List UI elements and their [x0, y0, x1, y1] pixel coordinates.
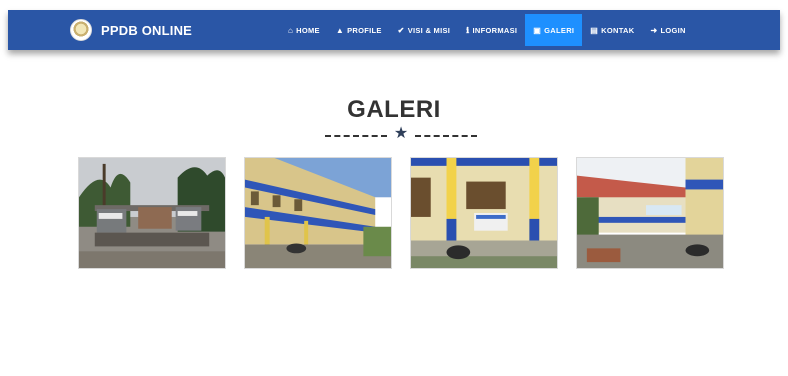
gallery-image-courtyard[interactable] [576, 157, 724, 269]
nav-item-label: GALERI [544, 25, 575, 35]
nav-item-label: PROFILE [347, 25, 382, 35]
brand-name: PPDB ONLINE [101, 22, 193, 38]
school-emblem-icon [70, 19, 92, 41]
nav-item-label: LOGIN [660, 25, 686, 35]
nav-item-informasi[interactable]: ℹ INFORMASI [458, 14, 525, 46]
gallery-image-classroom[interactable] [410, 157, 558, 269]
user-icon: ▲ [335, 25, 345, 35]
divider-line-left [325, 135, 387, 137]
divider-line-right [415, 135, 477, 137]
brand[interactable]: PPDB ONLINE [70, 18, 192, 42]
nav-item-home[interactable]: ⌂ HOME [280, 14, 328, 46]
nav-item-label: KONTAK [601, 25, 635, 35]
nav-item-kontak[interactable]: ▤ KONTAK [582, 14, 642, 46]
title-divider: ★ [325, 125, 477, 142]
sign-in-icon: ➜ [650, 25, 658, 35]
nav-item-visi-misi[interactable]: ✔ VISI & MISI [390, 14, 459, 46]
nav-menu: ⌂ HOME ▲ PROFILE ✔ VISI & MISI ℹ INFORMA… [280, 14, 694, 46]
home-icon: ⌂ [288, 25, 294, 35]
nav-item-login[interactable]: ➜ LOGIN [642, 14, 693, 46]
navbar: PPDB ONLINE ⌂ HOME ▲ PROFILE ✔ VISI & MI… [8, 10, 780, 50]
gallery-image-school-gate[interactable] [78, 157, 226, 269]
contact-card-icon: ▤ [590, 25, 599, 35]
nav-item-label: HOME [296, 25, 320, 35]
nav-item-galeri[interactable]: ▣ GALERI [525, 14, 583, 46]
check-icon: ✔ [397, 25, 405, 35]
info-icon: ℹ [466, 25, 470, 35]
nav-item-label: INFORMASI [472, 25, 518, 35]
star-icon: ★ [393, 125, 409, 142]
section-title: GALERI [347, 96, 441, 123]
image-icon: ▣ [533, 25, 542, 35]
gallery-image-school-building[interactable] [244, 157, 392, 269]
nav-item-label: VISI & MISI [407, 25, 451, 35]
nav-item-profile[interactable]: ▲ PROFILE [328, 14, 390, 46]
